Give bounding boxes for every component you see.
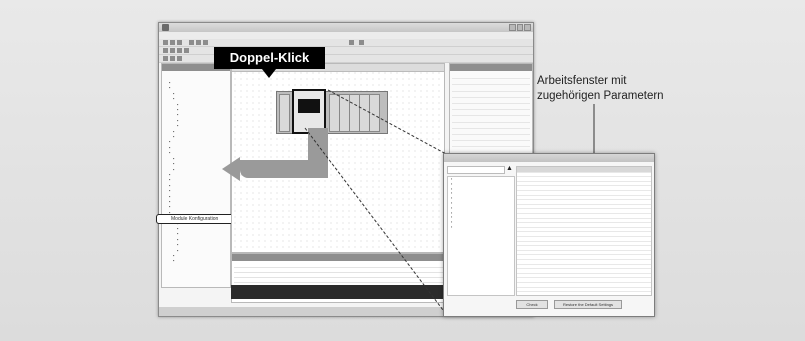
parameter-grid: [516, 166, 652, 296]
parameter-row[interactable]: [517, 287, 651, 293]
guide-line-bottom: [304, 127, 447, 315]
dialog-search-icon[interactable]: ▲: [506, 165, 513, 173]
callout-line-1: Arbeitsfenster mit: [537, 75, 627, 87]
callout-line-2: zugehörigen Parametern: [537, 90, 664, 102]
category-item[interactable]: ▪: [448, 225, 514, 230]
restore-defaults-button[interactable]: Restore the Default Settings: [554, 300, 622, 309]
check-button[interactable]: Check: [516, 300, 548, 309]
callout-text: Arbeitsfenster mit zugehörigen Parameter…: [537, 74, 717, 104]
dialog-title-bar: [444, 154, 654, 162]
parameter-category-tree: ▪ ▪ ▪ ▪ ▪ ▪ ▪ ▪ ▪ ▪ ▪: [447, 176, 515, 296]
screenshot-stage: ▪ ▪ ▪ ▪ ▪ ▪ ▪ ▪ ▪ ▪ ▪ ▪ ▪ ▪ ▪ ▪ ▪ ▪ ▪ ▪: [0, 0, 805, 341]
dialog-search-input[interactable]: [447, 166, 505, 174]
dashed-guide-lines: [304, 89, 595, 315]
guide-line-top: [327, 89, 449, 156]
parameter-dialog: ▲ ▪ ▪ ▪ ▪ ▪ ▪ ▪ ▪ ▪ ▪ ▪ Check Restore th…: [443, 153, 655, 317]
